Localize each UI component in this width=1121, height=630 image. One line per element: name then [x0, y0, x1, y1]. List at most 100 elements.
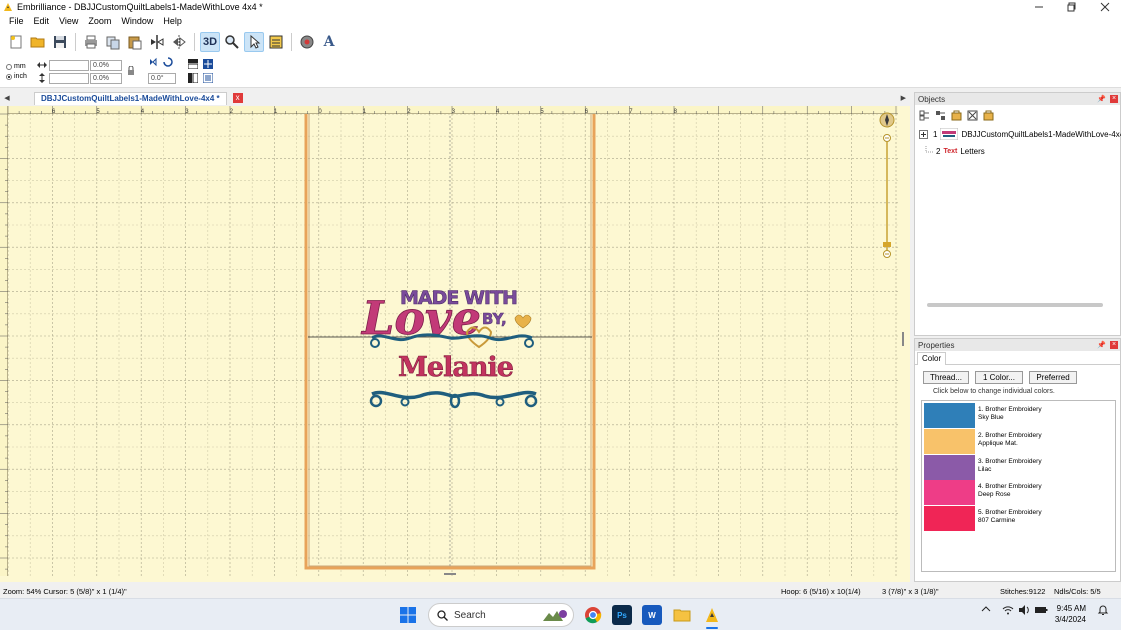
- thread-color-row[interactable]: 3. Brother Embroidery Lilac: [924, 454, 1114, 480]
- word-button[interactable]: W: [642, 605, 662, 625]
- menu-edit[interactable]: Edit: [29, 16, 55, 26]
- thread-color-brand: 3. Brother Embroidery: [978, 457, 1042, 465]
- close-button[interactable]: [1088, 0, 1121, 14]
- height-percent-input[interactable]: 0.0%: [90, 73, 122, 84]
- tree-expand-icon[interactable]: [919, 129, 928, 139]
- align-left-icon[interactable]: [188, 73, 198, 83]
- maximize-button[interactable]: [1055, 0, 1088, 14]
- thread-color-swatch[interactable]: [924, 454, 975, 480]
- align-list-icon[interactable]: [203, 73, 213, 83]
- pin-icon[interactable]: 📌: [1097, 95, 1106, 103]
- menu-help[interactable]: Help: [158, 16, 187, 26]
- height-input[interactable]: [49, 73, 89, 84]
- collapse-all-icon[interactable]: [935, 110, 946, 121]
- notifications-icon[interactable]: [1097, 604, 1109, 616]
- objects-panel-close-button[interactable]: ×: [1110, 95, 1118, 103]
- volume-icon[interactable]: [1018, 604, 1030, 616]
- flip-button[interactable]: [169, 32, 189, 52]
- unit-inch-radio[interactable]: inch: [6, 73, 27, 80]
- ruler-label: 3: [185, 109, 189, 114]
- mirror-button[interactable]: [147, 32, 167, 52]
- width-percent-input[interactable]: 0.0%: [90, 60, 122, 71]
- ungroup-icon[interactable]: [967, 110, 978, 121]
- width-input[interactable]: [49, 60, 89, 71]
- rotate-left-icon[interactable]: [148, 57, 158, 67]
- ruler-horizontal: 6 5 4 3 2 1 0 1 2 3 4 5 6 7 8: [0, 106, 898, 115]
- tree-row-letters-label: Letters: [960, 146, 985, 156]
- text-tool-button[interactable]: A: [319, 32, 339, 52]
- photoshop-button[interactable]: Ps: [612, 605, 632, 625]
- align-top-icon[interactable]: [188, 59, 198, 69]
- document-tab[interactable]: DBJJCustomQuiltLabels1-MadeWithLove-4x4 …: [34, 91, 227, 105]
- thread-color-swatch[interactable]: [924, 506, 975, 532]
- thread-color-swatch[interactable]: [924, 403, 975, 428]
- magnify-button[interactable]: [222, 32, 242, 52]
- thread-color-swatch[interactable]: [924, 480, 975, 506]
- pin-icon[interactable]: 📌: [1097, 341, 1106, 349]
- start-button[interactable]: [398, 605, 418, 625]
- thread-color-row[interactable]: 2. Brother Embroidery Applique Mat.: [924, 428, 1114, 454]
- battery-icon[interactable]: [1034, 604, 1048, 616]
- system-clock[interactable]: 9:45 AM 3/4/2024: [1050, 603, 1086, 625]
- horizontal-splitter[interactable]: [444, 573, 456, 575]
- save-button[interactable]: [50, 32, 70, 52]
- radio-mm[interactable]: [6, 63, 12, 70]
- file-explorer-button[interactable]: [672, 605, 692, 625]
- wifi-icon[interactable]: [1002, 604, 1014, 616]
- paste-button[interactable]: [125, 32, 145, 52]
- tab-scroll-right-icon[interactable]: ▶: [901, 94, 906, 102]
- center-icon[interactable]: [203, 59, 213, 69]
- search-placeholder: Search: [454, 609, 486, 621]
- rotate-right-icon[interactable]: [163, 57, 173, 67]
- radio-inch[interactable]: [6, 73, 12, 80]
- lock-icon[interactable]: [983, 110, 994, 121]
- tab-scroll-left-icon[interactable]: ◀: [0, 94, 14, 102]
- embroidery-design[interactable]: MADE WITH Love BY, Melanie: [360, 287, 538, 409]
- embrilliance-taskbar-button[interactable]: [702, 605, 722, 625]
- properties-button[interactable]: [266, 32, 286, 52]
- tree-row-design[interactable]: 1 DBJJCustomQuiltLabels1-MadeWithLove-4x…: [919, 128, 1121, 140]
- taskbar-search[interactable]: Search: [428, 603, 574, 627]
- design-canvas[interactable]: MADE WITH Love BY, Melanie 6543210123456…: [0, 106, 910, 582]
- lock-aspect-icon[interactable]: [126, 66, 136, 76]
- print-button[interactable]: [81, 32, 101, 52]
- open-button[interactable]: [28, 32, 48, 52]
- rotation-input[interactable]: 0.0°: [148, 73, 176, 84]
- thread-color-row[interactable]: 1. Brother Embroidery Sky Blue: [924, 403, 1114, 428]
- one-color-button[interactable]: 1 Color...: [975, 371, 1023, 384]
- document-tab-close-button[interactable]: x: [232, 93, 243, 103]
- 3d-view-button[interactable]: 3D: [200, 31, 220, 52]
- thread-color-label: 2. Brother Embroidery Applique Mat.: [978, 432, 1042, 448]
- menu-view[interactable]: View: [54, 16, 83, 26]
- zoom-slider[interactable]: [877, 112, 897, 262]
- expand-all-icon[interactable]: [919, 110, 930, 121]
- menu-zoom[interactable]: Zoom: [83, 16, 116, 26]
- minimize-button[interactable]: [1022, 0, 1055, 14]
- menu-window[interactable]: Window: [116, 16, 158, 26]
- thread-color-row[interactable]: 5. Brother Embroidery 807 Carmine: [924, 506, 1114, 532]
- group-icon[interactable]: [951, 110, 962, 121]
- tree-row-letters[interactable]: 2 Text Letters: [925, 146, 985, 156]
- thread-button[interactable]: Thread...: [923, 371, 969, 384]
- objects-scrollbar[interactable]: [927, 303, 1103, 307]
- menu-file[interactable]: File: [4, 16, 29, 26]
- vertical-splitter[interactable]: [902, 332, 904, 346]
- thread-color-swatch[interactable]: [924, 428, 975, 454]
- thread-color-row[interactable]: 4. Brother Embroidery Deep Rose: [924, 480, 1114, 506]
- color-instructions: Click below to change individual colors.: [933, 388, 1055, 395]
- transform-toolbar: mm inch 0.0% 0.0% 0.0°: [0, 55, 1121, 88]
- save-icon: [54, 35, 66, 48]
- new-file-button[interactable]: [6, 32, 26, 52]
- tab-color[interactable]: Color: [917, 352, 947, 365]
- show-hidden-icons-icon[interactable]: [981, 604, 991, 614]
- chrome-button[interactable]: [583, 605, 603, 625]
- copy-button[interactable]: [103, 32, 123, 52]
- embrilliance-icon: [706, 608, 718, 622]
- unit-mm-radio[interactable]: mm: [6, 63, 26, 70]
- stitch-simulator-button[interactable]: [297, 32, 317, 52]
- status-zoom-cursor: Zoom: 54% Cursor: 5 (5/8)" x 1 (1/4)": [3, 587, 127, 596]
- ruler-label: 4: [141, 109, 145, 114]
- select-button[interactable]: [244, 31, 264, 52]
- preferred-button[interactable]: Preferred: [1029, 371, 1077, 384]
- properties-panel-close-button[interactable]: ×: [1110, 341, 1118, 349]
